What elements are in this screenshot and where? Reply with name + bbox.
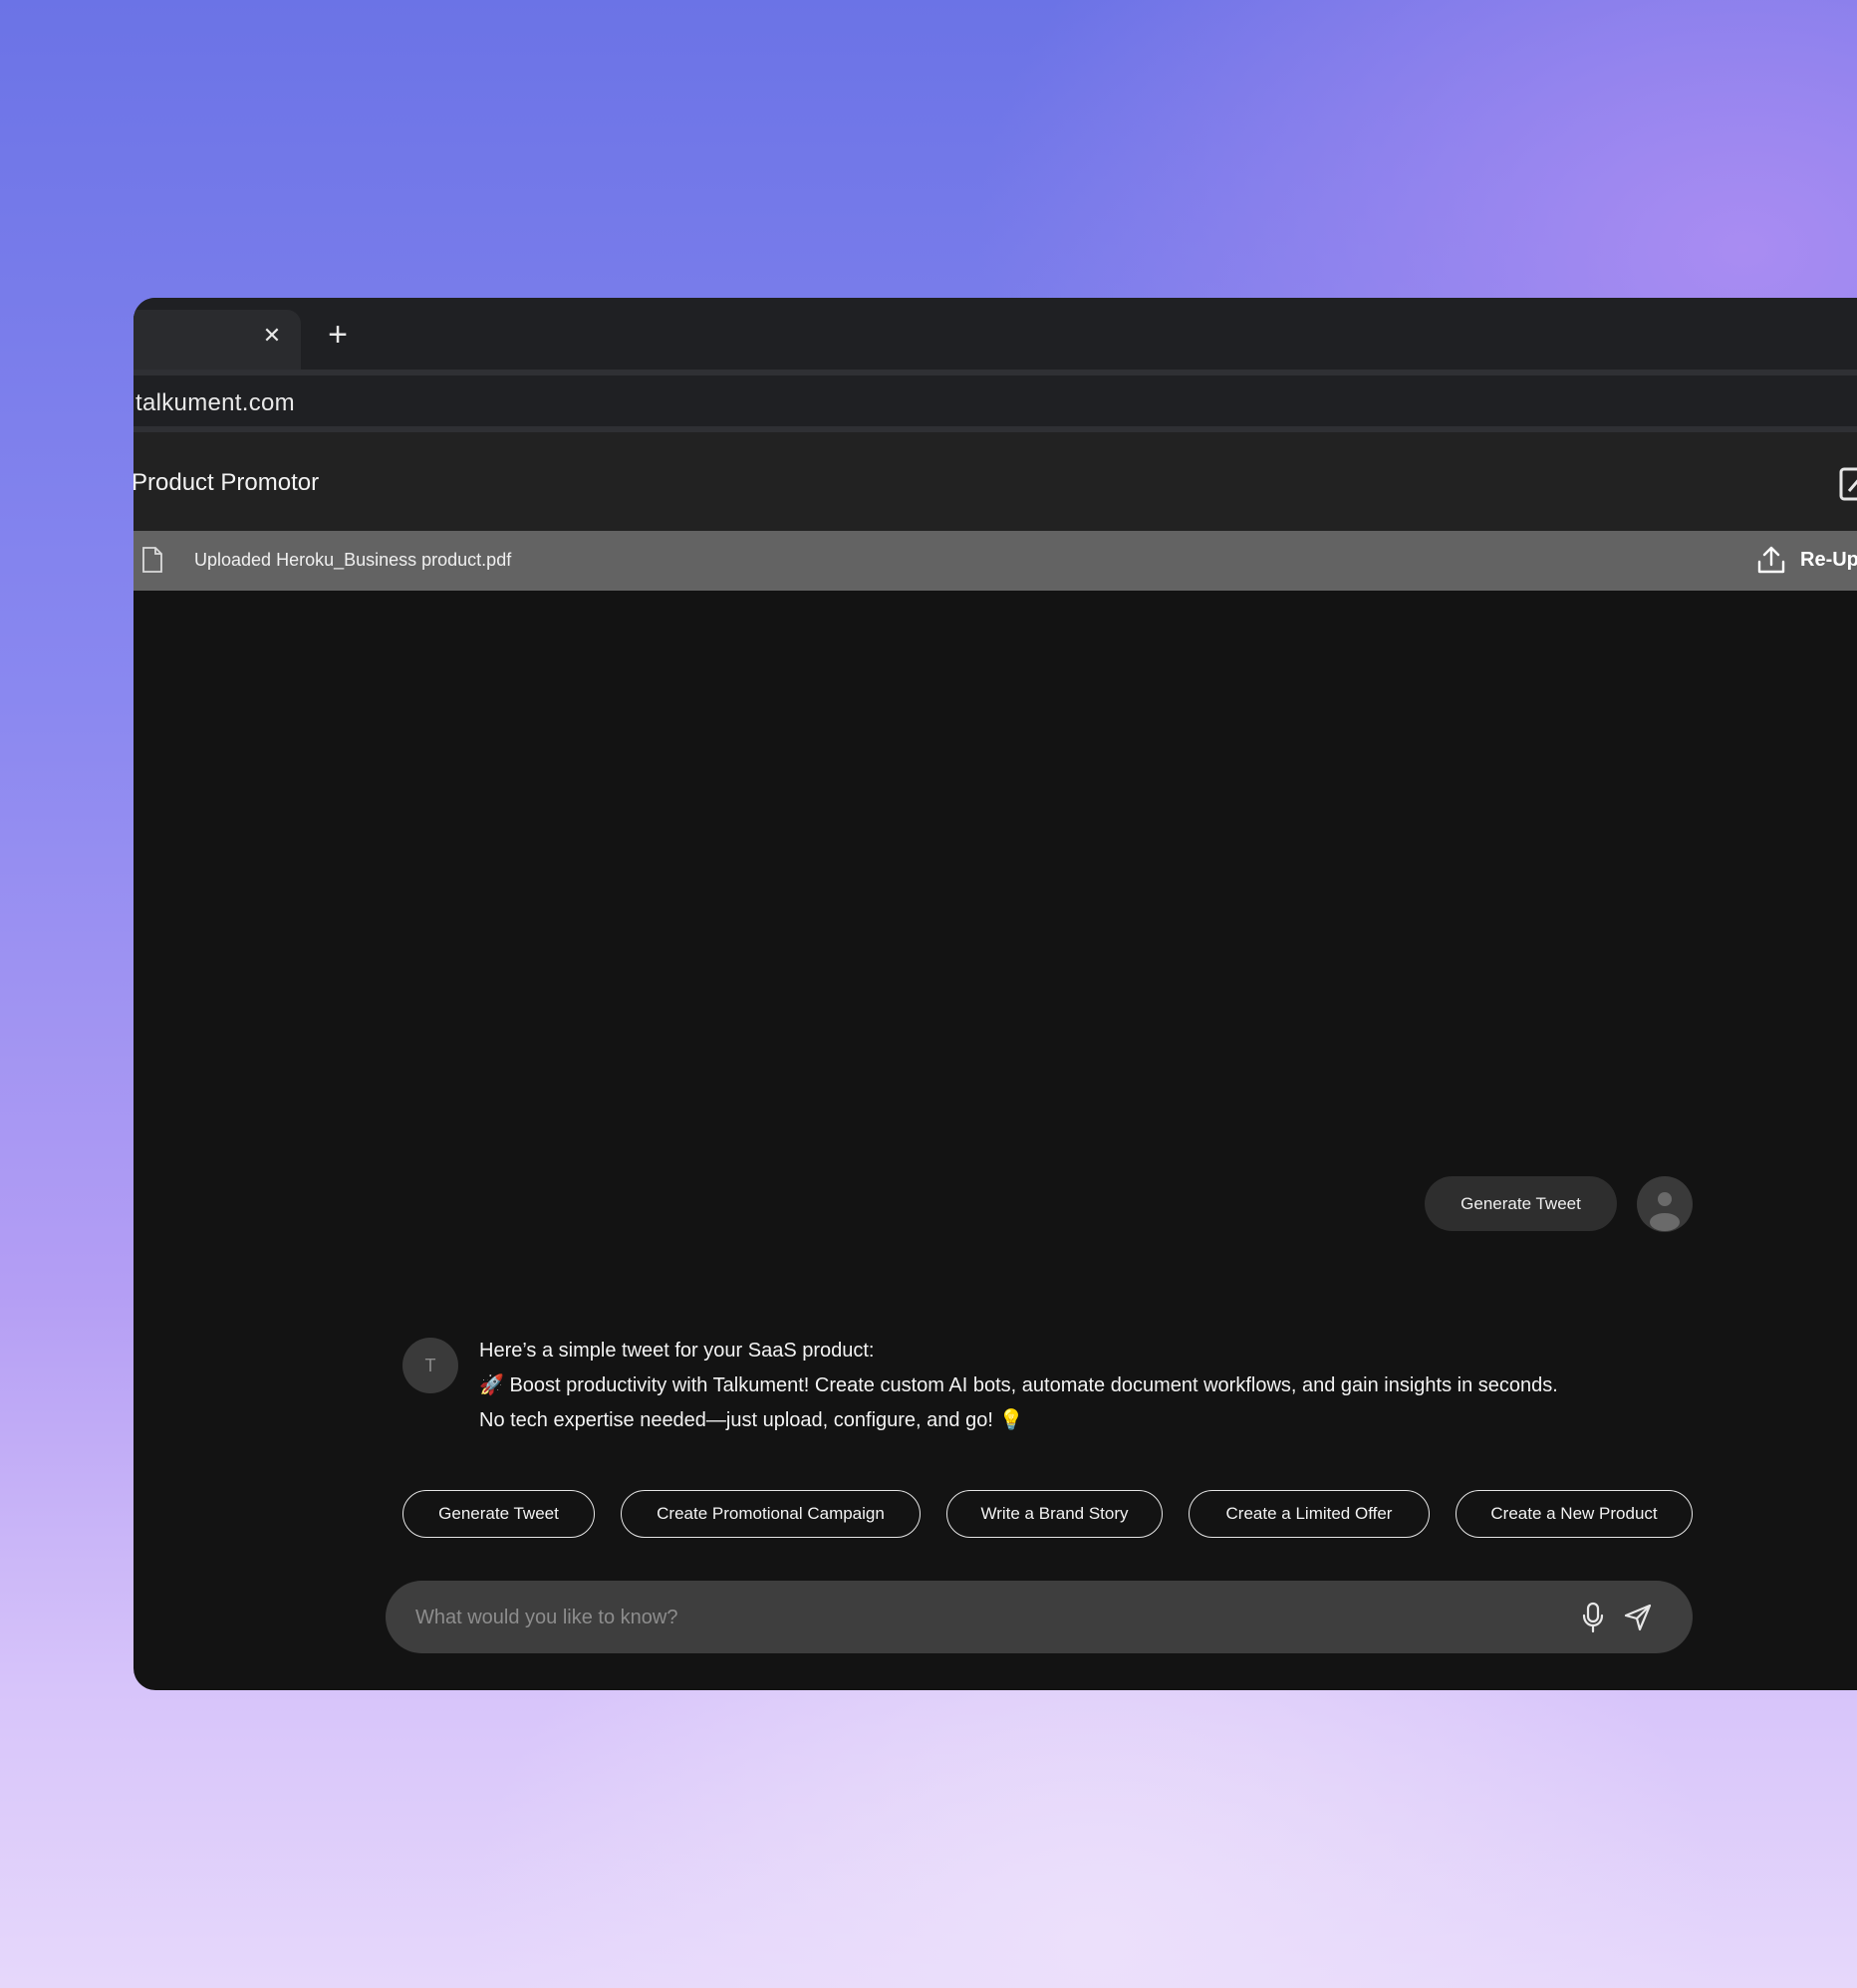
browser-window: ✕ + talkument.com Product Promotor Uploa… — [133, 298, 1857, 1690]
suggestion-limited-offer[interactable]: Create a Limited Offer — [1189, 1490, 1430, 1538]
browser-tab[interactable]: ✕ — [133, 310, 301, 370]
app-header: Product Promotor — [133, 432, 1857, 531]
bot-message-line: 🚀 Boost productivity with Talkument! Cre… — [479, 1374, 1558, 1396]
close-icon[interactable]: ✕ — [260, 324, 284, 348]
url-text[interactable]: talkument.com — [135, 389, 295, 417]
page-title: Product Promotor — [133, 469, 320, 496]
chat-input[interactable] — [413, 1599, 1563, 1636]
address-bar[interactable]: talkument.com — [133, 370, 1857, 432]
user-icon — [1637, 1176, 1693, 1232]
file-label: Uploaded Heroku_Business product.pdf — [194, 550, 512, 570]
microphone-icon[interactable] — [1581, 1602, 1605, 1633]
send-icon[interactable] — [1623, 1603, 1653, 1632]
suggestion-brand-story[interactable]: Write a Brand Story — [946, 1490, 1163, 1538]
user-message: Generate Tweet — [1425, 1176, 1617, 1231]
tab-strip: ✕ + — [133, 298, 1857, 370]
file-icon — [141, 547, 163, 573]
plus-icon[interactable]: + — [322, 318, 354, 352]
bot-message: Here’s a simple tweet for your SaaS prod… — [479, 1334, 1675, 1438]
file-bar: Uploaded Heroku_Business product.pdf Re-… — [133, 531, 1857, 591]
bot-message-line: Here’s a simple tweet for your SaaS prod… — [479, 1340, 875, 1362]
reupload-button[interactable]: Re-Up — [1800, 549, 1857, 572]
bot-message-line: No tech expertise needed—just upload, co… — [479, 1409, 1024, 1431]
chat-composer — [386, 1581, 1693, 1653]
bot-avatar: T — [402, 1338, 458, 1393]
suggestion-promotional-campaign[interactable]: Create Promotional Campaign — [621, 1490, 921, 1538]
suggestion-generate-tweet[interactable]: Generate Tweet — [402, 1490, 595, 1538]
upload-icon[interactable] — [1756, 545, 1786, 575]
suggestion-new-product[interactable]: Create a New Product — [1456, 1490, 1693, 1538]
edit-icon[interactable] — [1839, 467, 1857, 501]
